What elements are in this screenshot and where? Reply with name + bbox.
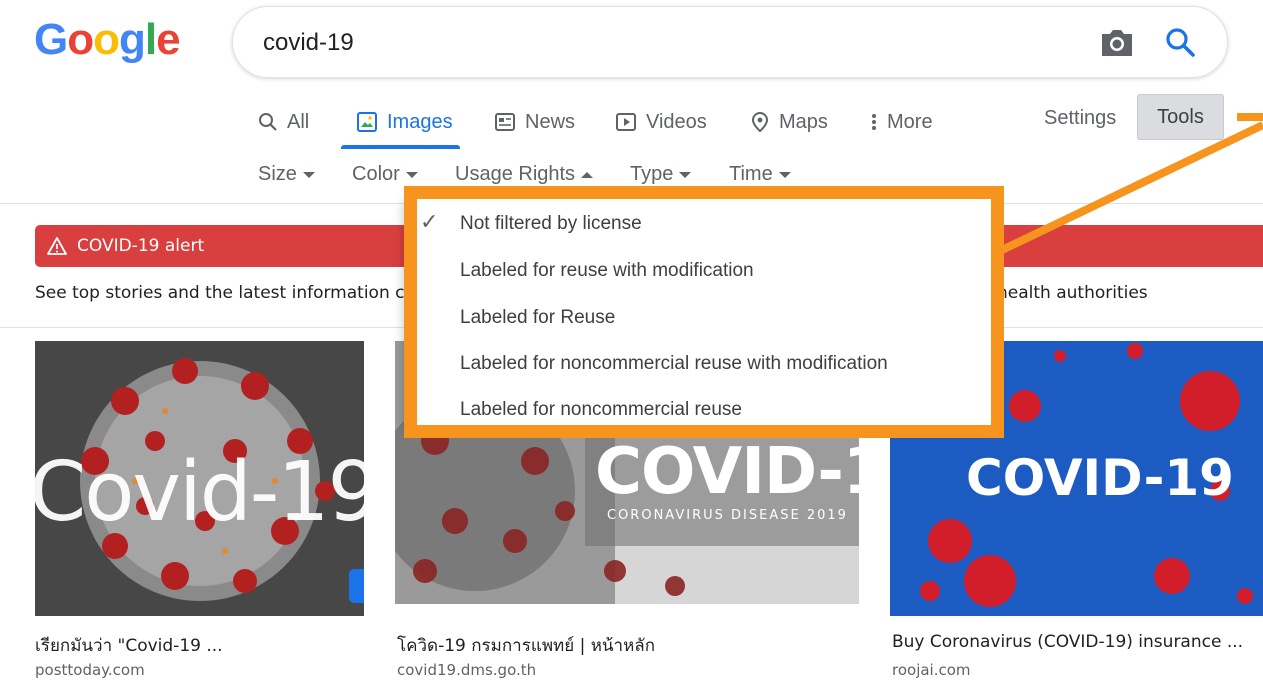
result-site[interactable]: posttoday.com xyxy=(35,661,145,679)
tab-label: News xyxy=(525,110,576,133)
filter-color[interactable]: Color xyxy=(352,156,418,192)
check-icon: ✓ xyxy=(420,209,439,234)
logo-letter: o xyxy=(93,15,120,64)
usage-option[interactable]: Labeled for noncommercial reuse xyxy=(460,399,742,421)
filter-label: Time xyxy=(729,163,773,185)
image-icon xyxy=(357,112,377,132)
filter-label: Size xyxy=(258,163,297,185)
filter-label: Color xyxy=(352,163,400,185)
caret-down-icon xyxy=(302,171,315,178)
search-icon xyxy=(259,113,277,131)
thumbnail-overlay-text: Covid-19 xyxy=(35,445,364,540)
tab-news[interactable]: News xyxy=(494,96,575,148)
tab-label: Videos xyxy=(646,110,707,133)
thumbnail-overlay-text: COVID-19 xyxy=(966,449,1234,507)
tab-label: Maps xyxy=(779,110,828,133)
caret-down-icon xyxy=(778,171,791,178)
caret-down-icon xyxy=(679,171,692,178)
camera-icon[interactable] xyxy=(1099,27,1135,59)
logo-letter: g xyxy=(119,15,146,64)
usage-option[interactable]: Labeled for Reuse xyxy=(460,307,615,329)
google-logo[interactable]: Google xyxy=(34,14,181,66)
tab-maps[interactable]: Maps xyxy=(750,96,828,148)
usage-option[interactable]: Not filtered by license xyxy=(460,213,642,235)
caret-up-icon xyxy=(581,171,594,178)
logo-letter: G xyxy=(34,15,68,64)
filter-size[interactable]: Size xyxy=(258,156,315,192)
video-icon xyxy=(616,113,636,131)
thumbnail-overlay-text: COVID-19 xyxy=(595,435,859,509)
logo-letter: l xyxy=(144,15,157,64)
result-title[interactable]: โควิด-19 กรมการแพทย์ | หน้าหลัก xyxy=(397,632,655,659)
usage-option[interactable]: Labeled for noncommercial reuse with mod… xyxy=(460,353,888,375)
logo-letter: o xyxy=(67,15,94,64)
google-images-page: Google covid-19 All Images News Videos M… xyxy=(0,0,1263,680)
result-title[interactable]: เรียกมันว่า "Covid-19 ... xyxy=(35,632,223,659)
usage-option[interactable]: Labeled for reuse with modification xyxy=(460,260,754,282)
search-input[interactable]: covid-19 xyxy=(263,29,354,57)
tab-images[interactable]: Images xyxy=(356,96,453,148)
filter-usage-rights[interactable]: Usage Rights xyxy=(455,156,594,192)
caret-down-icon xyxy=(405,171,418,178)
tab-videos[interactable]: Videos xyxy=(615,96,707,148)
result-thumbnail[interactable]: Covid-19 xyxy=(35,341,364,616)
tools-button[interactable]: Tools xyxy=(1137,94,1224,140)
tab-label: More xyxy=(887,110,933,133)
alert-description-start: See top stories and the latest informati… xyxy=(35,283,405,303)
result-site[interactable]: covid19.dms.go.th xyxy=(397,661,536,679)
tab-label: All xyxy=(287,110,310,133)
image-result[interactable]: Covid-19 xyxy=(35,341,364,616)
thumbnail-overlay-subtext: CORONAVIRUS DISEASE 2019 xyxy=(607,508,848,523)
search-box[interactable]: covid-19 xyxy=(232,6,1228,78)
tab-all[interactable]: All xyxy=(258,96,309,148)
filter-label: Type xyxy=(630,163,674,185)
tab-more[interactable]: More xyxy=(870,96,933,148)
alert-description-end: health authorities xyxy=(997,283,1148,303)
filter-label: Usage Rights xyxy=(455,163,576,185)
logo-letter: e xyxy=(156,15,181,64)
more-vert-icon xyxy=(872,114,876,130)
tab-label: Images xyxy=(387,110,453,133)
warning-icon xyxy=(47,237,67,255)
search-icon[interactable] xyxy=(1163,25,1197,59)
filter-time[interactable]: Time xyxy=(729,156,791,192)
result-site[interactable]: roojai.com xyxy=(892,661,971,679)
usage-rights-dropdown: ✓ Not filtered by license Labeled for re… xyxy=(404,199,992,425)
alert-title: COVID-19 alert xyxy=(77,236,205,256)
news-icon xyxy=(495,113,515,131)
filter-type[interactable]: Type xyxy=(630,156,692,192)
tools-filter-row: Size Color Usage Rights Type Time xyxy=(0,156,1263,192)
settings-link[interactable]: Settings xyxy=(1044,96,1116,140)
result-title[interactable]: Buy Coronavirus (COVID-19) insurance ... xyxy=(892,632,1243,652)
map-pin-icon xyxy=(751,111,769,133)
active-tab-indicator xyxy=(341,145,460,149)
